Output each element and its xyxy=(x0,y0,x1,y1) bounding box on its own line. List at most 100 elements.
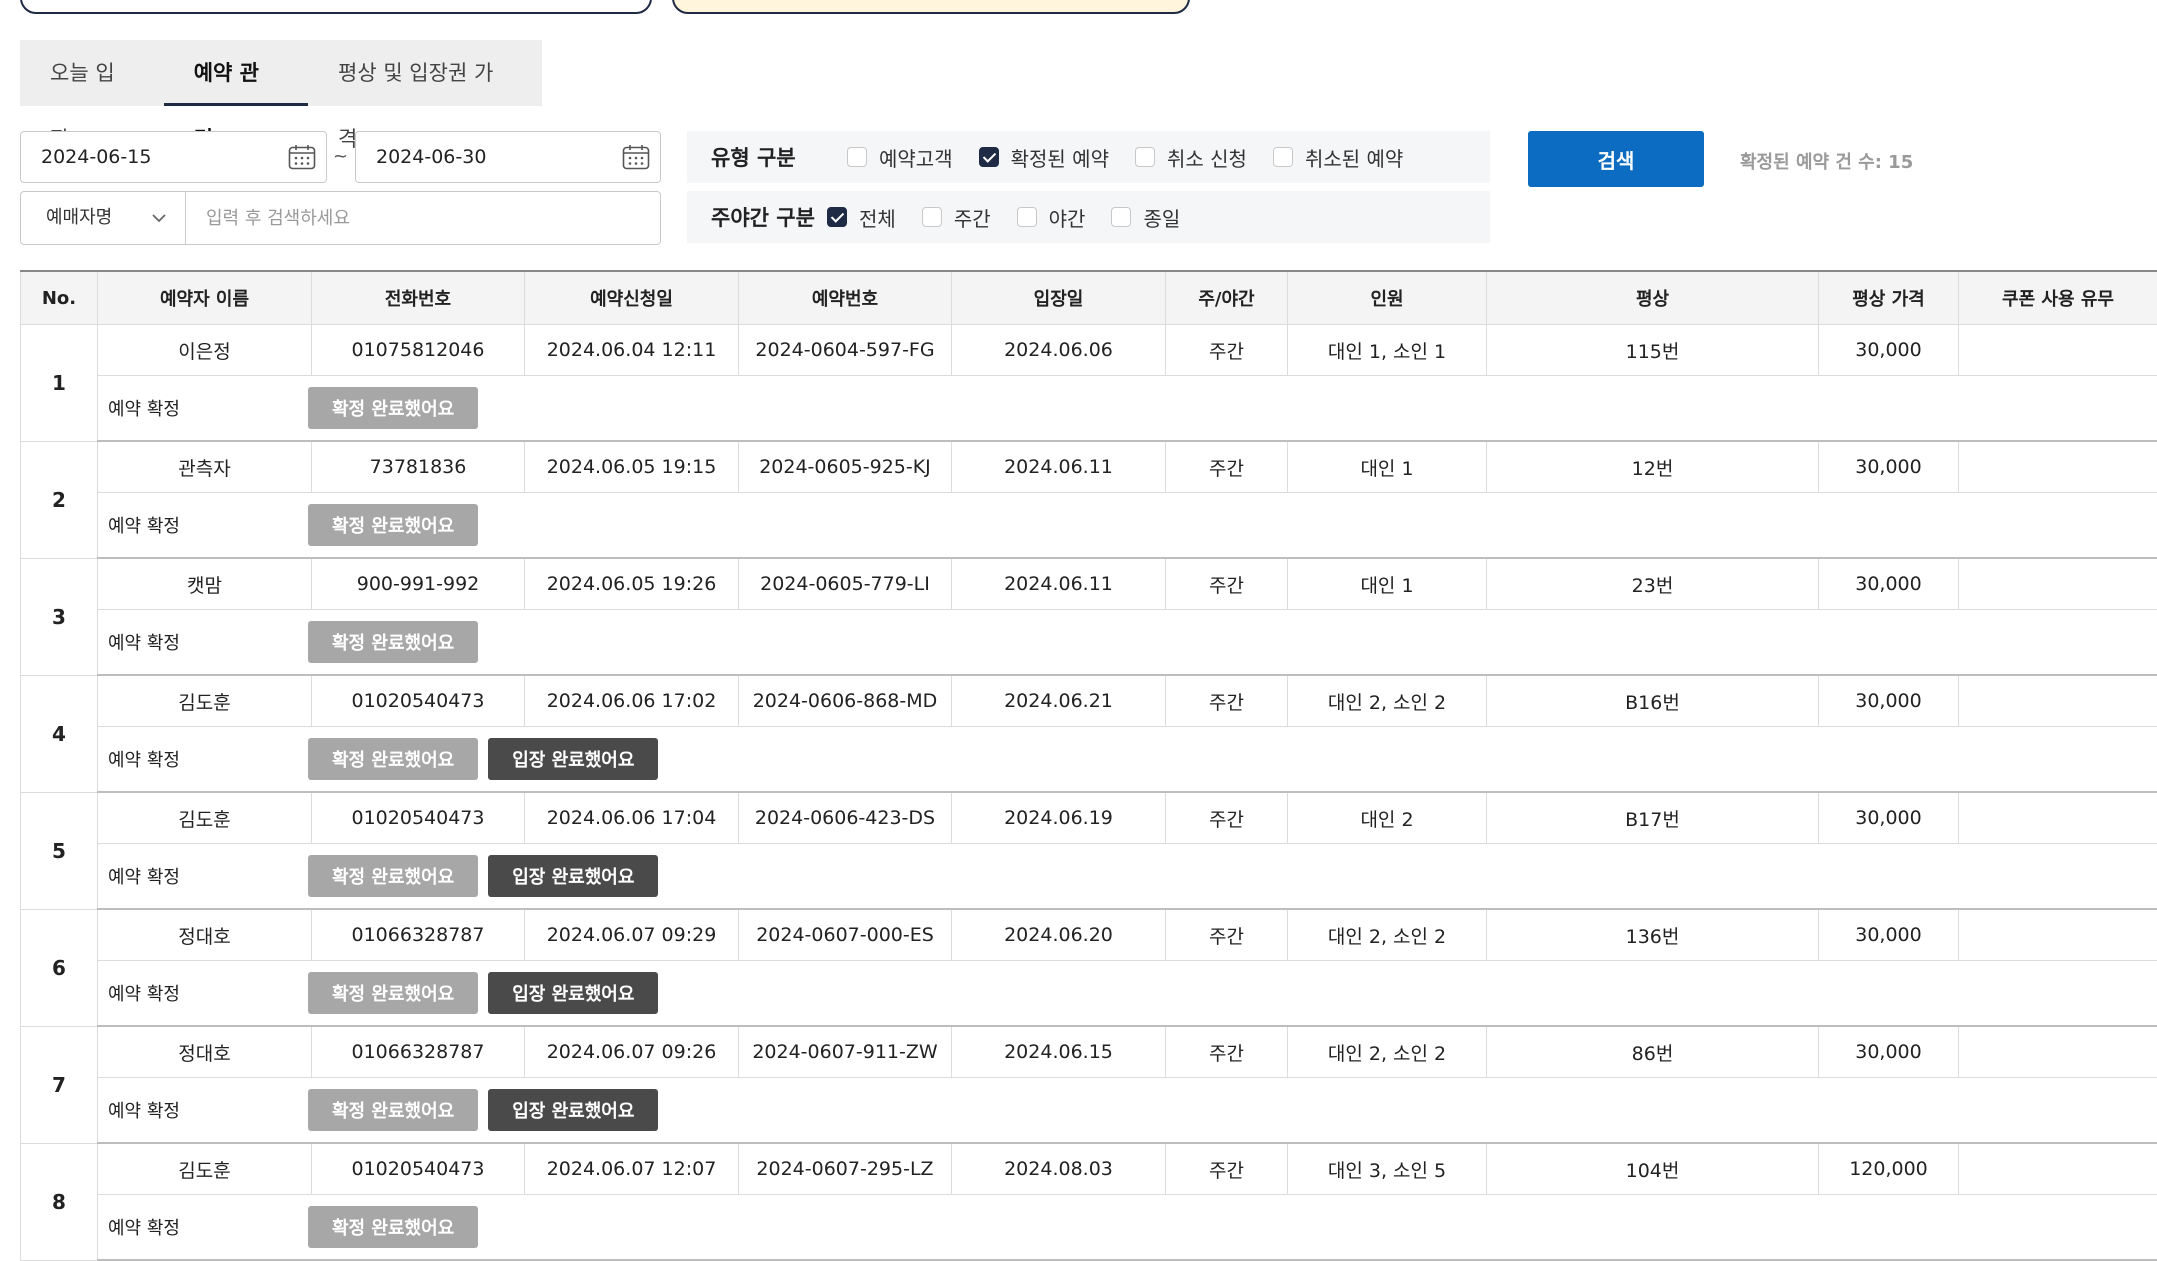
table-row: 7정대호010663287872024.06.07 09:262024-0607… xyxy=(21,1026,2157,1078)
confirmed-button[interactable]: 확정 완료했어요 xyxy=(308,1206,478,1248)
table-body: 1이은정010758120462024.06.04 12:112024-0604… xyxy=(21,325,2157,1261)
confirmed-button[interactable]: 확정 완료했어요 xyxy=(308,387,478,429)
search-button[interactable]: 검색 xyxy=(1528,131,1704,187)
table-row: 5김도훈010205404732024.06.06 17:042024-0606… xyxy=(21,792,2157,844)
confirmed-button[interactable]: 확정 완료했어요 xyxy=(308,621,478,663)
confirmed-button[interactable]: 확정 완료했어요 xyxy=(308,972,478,1014)
table-row-actions: 예약 확정확정 완료했어요입장 완료했어요 xyxy=(21,844,2157,910)
checkbox-daynight-fullday[interactable]: 종일 xyxy=(1111,203,1180,232)
entered-button[interactable]: 입장 완료했어요 xyxy=(488,1089,658,1131)
confirmed-button[interactable]: 확정 완료했어요 xyxy=(308,504,478,546)
cell-entry-date: 2024.06.06 xyxy=(952,325,1166,376)
cell-bed: B16번 xyxy=(1487,675,1819,727)
cell-applied-date: 2024.06.07 09:29 xyxy=(525,909,739,961)
type-filter-label: 유형 구분 xyxy=(687,142,847,172)
header-bed: 평상 xyxy=(1487,271,1819,325)
search-type-select[interactable]: 예매자명 xyxy=(20,191,185,245)
tab-bed-ticket-prices[interactable]: 평상 및 입장권 가격 xyxy=(308,40,542,106)
confirmed-button[interactable]: 확정 완료했어요 xyxy=(308,855,478,897)
checkbox-box[interactable] xyxy=(922,207,942,227)
table-row-actions: 예약 확정확정 완료했어요 xyxy=(21,376,2157,442)
checkbox-box[interactable] xyxy=(979,147,999,167)
action-group: 예약 확정확정 완료했어요입장 완료했어요 xyxy=(108,972,2157,1014)
tab-today-entry[interactable]: 오늘 입장 xyxy=(20,40,164,106)
checkbox-box[interactable] xyxy=(827,207,847,227)
entered-button[interactable]: 입장 완료했어요 xyxy=(488,738,658,780)
cell-coupon xyxy=(1959,909,2157,961)
cell-phone: 900-991-992 xyxy=(312,558,525,610)
search-input[interactable] xyxy=(185,191,661,245)
checkbox-type-customer[interactable]: 예약고객 xyxy=(847,143,953,172)
cell-bed: 12번 xyxy=(1487,441,1819,493)
cell-entry-date: 2024.06.19 xyxy=(952,792,1166,844)
cell-bed-price: 30,000 xyxy=(1819,441,1959,493)
header-entry-date: 입장일 xyxy=(952,271,1166,325)
cell-people: 대인 1 xyxy=(1288,441,1487,493)
entered-button[interactable]: 입장 완료했어요 xyxy=(488,855,658,897)
confirmed-button[interactable]: 확정 완료했어요 xyxy=(308,1089,478,1131)
cell-name: 정대호 xyxy=(98,909,312,961)
header-phone: 전화번호 xyxy=(312,271,525,325)
action-group: 예약 확정확정 완료했어요 xyxy=(108,504,2157,546)
checkbox-box[interactable] xyxy=(1273,147,1293,167)
cell-reservation-no: 2024-0605-925-KJ xyxy=(739,441,952,493)
confirm-status-label: 예약 확정 xyxy=(108,746,308,772)
cell-bed-price: 30,000 xyxy=(1819,909,1959,961)
action-cell: 예약 확정확정 완료했어요입장 완료했어요 xyxy=(98,961,2157,1027)
checkbox-daynight-all[interactable]: 전체 xyxy=(827,203,896,232)
date-to-value: 2024-06-30 xyxy=(376,146,486,168)
calendar-icon[interactable] xyxy=(622,144,650,170)
cell-day-night: 주간 xyxy=(1166,1143,1288,1195)
cell-day-night: 주간 xyxy=(1166,558,1288,610)
header-people: 인원 xyxy=(1288,271,1487,325)
confirm-status-label: 예약 확정 xyxy=(108,512,308,538)
checkbox-daynight-day[interactable]: 주간 xyxy=(922,203,991,232)
checkbox-type-confirmed[interactable]: 확정된 예약 xyxy=(979,143,1109,172)
cell-bed-price: 30,000 xyxy=(1819,558,1959,610)
header-name: 예약자 이름 xyxy=(98,271,312,325)
action-cell: 예약 확정확정 완료했어요 xyxy=(98,493,2157,559)
cell-name: 김도훈 xyxy=(98,675,312,727)
cell-no: 3 xyxy=(21,558,98,675)
cell-bed: 23번 xyxy=(1487,558,1819,610)
cell-entry-date: 2024.06.11 xyxy=(952,558,1166,610)
table-row-actions: 예약 확정확정 완료했어요 xyxy=(21,1195,2157,1261)
confirmed-button[interactable]: 확정 완료했어요 xyxy=(308,738,478,780)
cell-applied-date: 2024.06.05 19:15 xyxy=(525,441,739,493)
cell-phone: 01075812046 xyxy=(312,325,525,376)
cell-reservation-no: 2024-0607-911-ZW xyxy=(739,1026,952,1078)
checkbox-box[interactable] xyxy=(1017,207,1037,227)
header-day-night: 주/야간 xyxy=(1166,271,1288,325)
action-group: 예약 확정확정 완료했어요입장 완료했어요 xyxy=(108,1089,2157,1131)
checkbox-box[interactable] xyxy=(1135,147,1155,167)
checkbox-box[interactable] xyxy=(847,147,867,167)
cell-applied-date: 2024.06.04 12:11 xyxy=(525,325,739,376)
calendar-icon[interactable] xyxy=(288,144,316,170)
header-no: No. xyxy=(21,271,98,325)
cell-coupon xyxy=(1959,1026,2157,1078)
date-to-field[interactable]: 2024-06-30 xyxy=(355,131,661,183)
confirm-status-label: 예약 확정 xyxy=(108,629,308,655)
cell-phone: 01066328787 xyxy=(312,1026,525,1078)
date-from-field[interactable]: 2024-06-15 xyxy=(20,131,327,183)
entered-button[interactable]: 입장 완료했어요 xyxy=(488,972,658,1014)
cell-bed: 104번 xyxy=(1487,1143,1819,1195)
checkbox-daynight-night[interactable]: 야간 xyxy=(1017,203,1086,232)
table-row: 3캣맘900-991-9922024.06.05 19:262024-0605-… xyxy=(21,558,2157,610)
table-row-actions: 예약 확정확정 완료했어요입장 완료했어요 xyxy=(21,961,2157,1027)
top-card-left xyxy=(20,0,652,14)
cell-applied-date: 2024.06.07 12:07 xyxy=(525,1143,739,1195)
checkbox-box[interactable] xyxy=(1111,207,1131,227)
checkbox-type-cancelled[interactable]: 취소된 예약 xyxy=(1273,143,1403,172)
cell-people: 대인 1 xyxy=(1288,558,1487,610)
header-reservation-no: 예약번호 xyxy=(739,271,952,325)
checkbox-label: 취소 신청 xyxy=(1167,143,1247,172)
cell-bed-price: 30,000 xyxy=(1819,675,1959,727)
tab-reservation-management[interactable]: 예약 관리 xyxy=(164,40,308,106)
cell-coupon xyxy=(1959,1143,2157,1195)
table-row: 8김도훈010205404732024.06.07 12:072024-0607… xyxy=(21,1143,2157,1195)
checkbox-type-cancel-request[interactable]: 취소 신청 xyxy=(1135,143,1247,172)
cell-entry-date: 2024.06.21 xyxy=(952,675,1166,727)
table-row: 2관측자737818362024.06.05 19:152024-0605-92… xyxy=(21,441,2157,493)
table-row-actions: 예약 확정확정 완료했어요 xyxy=(21,493,2157,559)
